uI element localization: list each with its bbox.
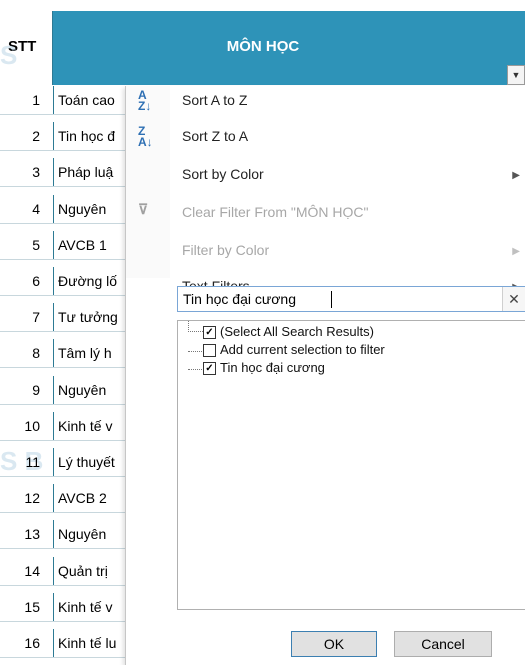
row-stt[interactable]: 11 <box>0 448 40 476</box>
ok-button[interactable]: OK <box>291 631 377 657</box>
menu-sort-a-to-z[interactable]: Sort A to Z <box>182 92 247 108</box>
row-stt[interactable]: 2 <box>0 122 40 150</box>
row-stt[interactable]: 5 <box>0 231 40 259</box>
menu-filter-by-color[interactable]: Filter by Color <box>182 242 269 258</box>
filter-search-value: Tin học đại cương <box>183 291 296 307</box>
watermark: S <box>0 40 18 70</box>
tree-connector <box>188 351 202 370</box>
row-stt[interactable]: 1 <box>0 86 40 114</box>
clear-filter-icon: ⊽ <box>138 201 149 217</box>
header-mon-hoc[interactable]: MÔN HỌC ▼ <box>53 11 525 85</box>
tree-connector <box>188 321 203 332</box>
row-stt[interactable]: 10 <box>0 412 40 440</box>
filter-search-input[interactable]: Tin học đại cương ✕ <box>177 286 525 312</box>
row-stt[interactable]: 6 <box>0 267 40 295</box>
autofilter-menu: A Z↓ Sort A to Z Z A↓ Sort Z to A Sort by … <box>125 86 525 665</box>
row-stt[interactable]: 14 <box>0 557 40 585</box>
add-current-label[interactable]: Add current selection to filter <box>220 342 385 357</box>
select-all-label[interactable]: (Select All Search Results) <box>220 324 374 339</box>
row-stt[interactable]: 15 <box>0 593 40 621</box>
row-stt[interactable]: 9 <box>0 376 40 404</box>
text-caret <box>331 291 332 308</box>
menu-clear-filter[interactable]: Clear Filter From "MÔN HỌC" <box>182 204 369 220</box>
submenu-arrow-icon: ▶ <box>512 170 520 181</box>
row-stt[interactable]: 8 <box>0 339 40 367</box>
filter-dropdown-button[interactable]: ▼ <box>507 65 525 85</box>
menu-sort-z-to-a[interactable]: Sort Z to A <box>182 128 248 144</box>
menu-icon-gutter <box>126 86 170 278</box>
menu-sort-by-color[interactable]: Sort by Color <box>182 166 264 182</box>
sort-az-icon: A Z↓ <box>138 88 152 113</box>
select-all-checkbox[interactable]: ✓ <box>203 326 216 339</box>
submenu-arrow-icon: ▶ <box>512 246 520 257</box>
cancel-button[interactable]: Cancel <box>394 631 492 657</box>
clear-search-icon[interactable]: ✕ <box>502 287 525 311</box>
row-stt[interactable]: 7 <box>0 303 40 331</box>
row-stt[interactable]: 16 <box>0 629 40 657</box>
row-stt[interactable]: 12 <box>0 484 40 512</box>
header-mon-hoc-label: MÔN HỌC <box>226 38 300 55</box>
add-current-checkbox[interactable] <box>203 344 216 357</box>
item-label[interactable]: Tin học đại cương <box>220 360 325 375</box>
item-checkbox[interactable]: ✓ <box>203 362 216 375</box>
filter-values-list[interactable]: ✓ (Select All Search Results) Add curren… <box>177 320 525 610</box>
row-stt[interactable]: 13 <box>0 520 40 548</box>
row-stt[interactable]: 4 <box>0 195 40 223</box>
tree-connector <box>188 333 202 352</box>
sort-za-icon: Z A↓ <box>138 124 153 149</box>
row-stt[interactable]: 3 <box>0 158 40 186</box>
